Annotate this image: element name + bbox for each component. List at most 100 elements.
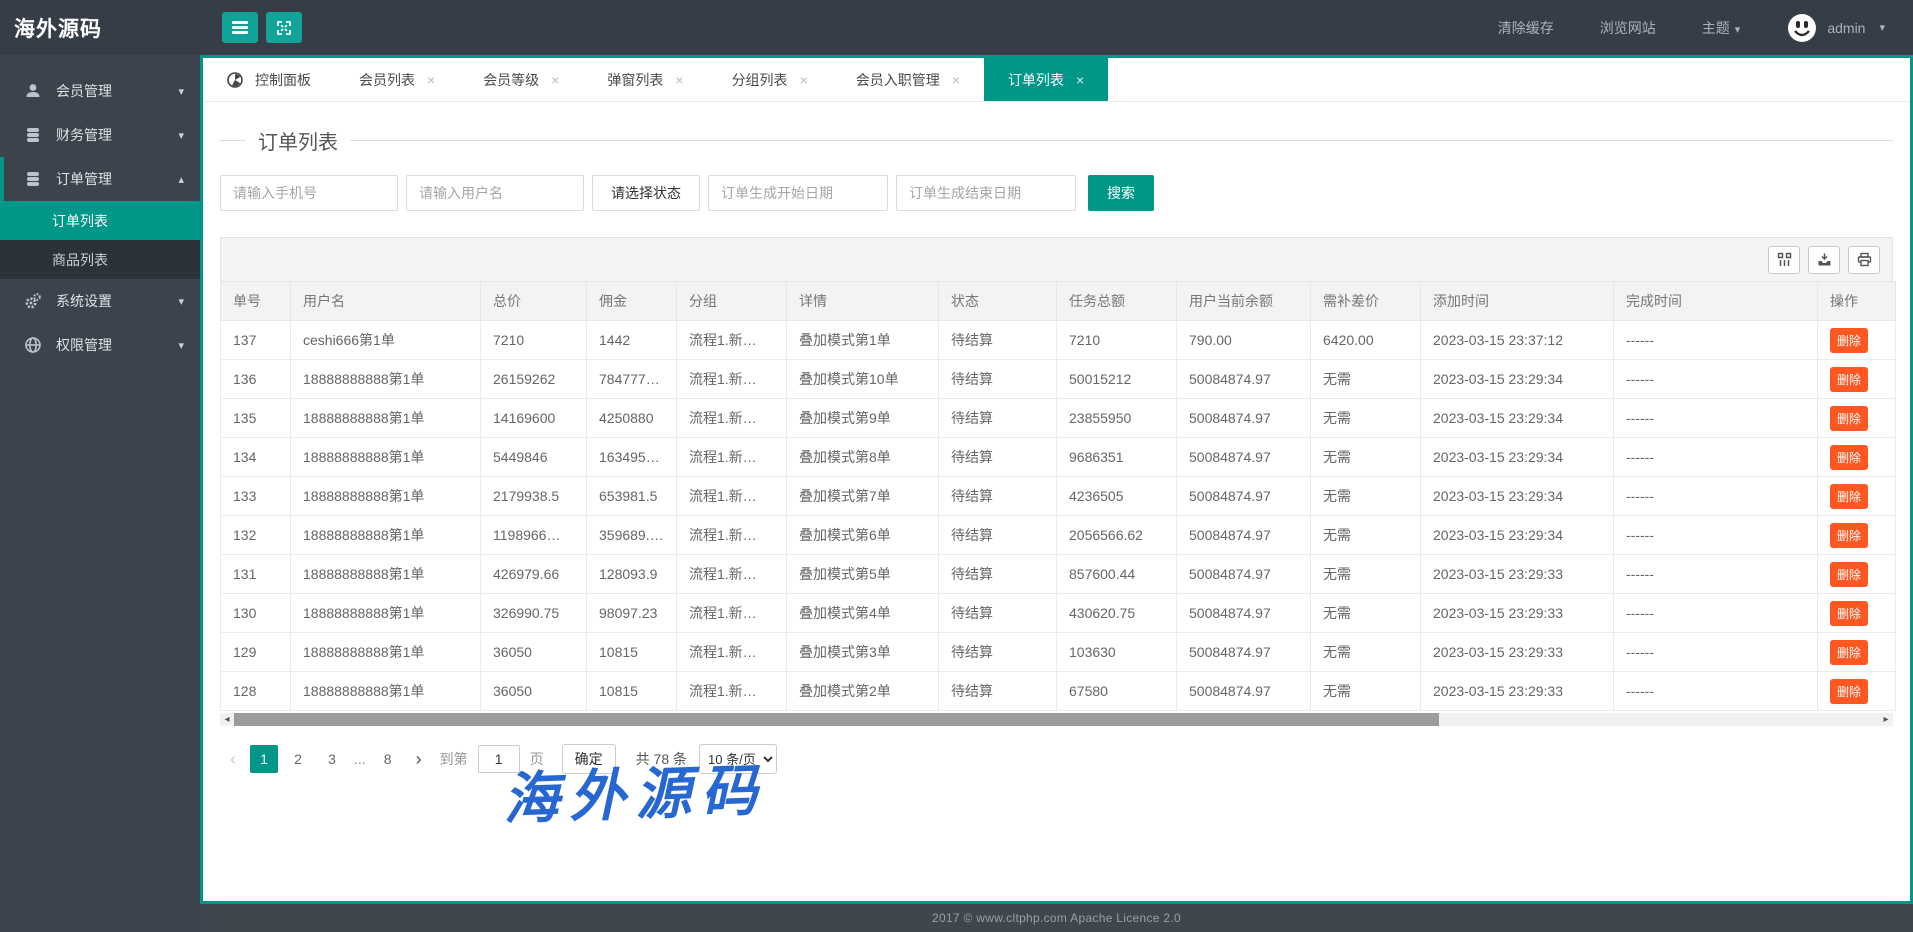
sidebar-subitem-product-list[interactable]: 商品列表 xyxy=(0,240,200,279)
table-cell: 790.00 xyxy=(1177,321,1311,360)
tab-order-list[interactable]: 订单列表× xyxy=(984,58,1108,101)
delete-button[interactable]: 删除 xyxy=(1830,406,1868,431)
delete-button[interactable]: 删除 xyxy=(1830,367,1868,392)
table-cell: 流程1.新… xyxy=(677,321,787,360)
table-cell: 67580 xyxy=(1057,672,1177,711)
table-cell: 1198966… xyxy=(481,516,587,555)
tab-dashboard[interactable]: 控制面板 xyxy=(203,58,335,101)
table-cell: 待结算 xyxy=(939,360,1057,399)
column-header: 单号 xyxy=(221,282,291,321)
actions-cell: 删除 xyxy=(1818,516,1896,555)
table-cell: 2023-03-15 23:29:34 xyxy=(1421,360,1614,399)
sidebar-toggle-button[interactable] xyxy=(222,12,258,43)
table-cell: 103630 xyxy=(1057,633,1177,672)
export-button[interactable] xyxy=(1808,246,1840,274)
table-cell: 待结算 xyxy=(939,516,1057,555)
table-cell: 18888888888第1单 xyxy=(291,477,481,516)
table-cell: 叠加模式第10单 xyxy=(787,360,939,399)
close-icon[interactable]: × xyxy=(952,72,960,88)
tab-group-list[interactable]: 分组列表× xyxy=(708,58,832,101)
table-cell: 50084874.97 xyxy=(1177,477,1311,516)
close-icon[interactable]: × xyxy=(800,72,808,88)
tab-label: 弹窗列表 xyxy=(607,70,663,90)
close-icon[interactable]: × xyxy=(675,72,683,88)
scroll-left-icon[interactable]: ◂ xyxy=(220,713,234,726)
sidebar-item-label: 财务管理 xyxy=(56,125,112,145)
horizontal-scrollbar[interactable]: ◂ ▸ xyxy=(220,713,1893,726)
table-cell: 18888888888第1单 xyxy=(291,360,481,399)
confirm-button[interactable]: 确定 xyxy=(562,744,616,774)
prev-page-button[interactable]: ‹ xyxy=(222,749,244,770)
sidebar-subitem-label: 商品列表 xyxy=(52,250,108,270)
table-cell: 2023-03-15 23:29:34 xyxy=(1421,399,1614,438)
table-cell: 133 xyxy=(221,477,291,516)
sidebar-item-label: 系统设置 xyxy=(56,291,112,311)
start-date-input[interactable] xyxy=(708,175,888,211)
browse-site-link[interactable]: 浏览网站 xyxy=(1600,18,1656,38)
page-number[interactable]: 8 xyxy=(374,745,402,773)
delete-button[interactable]: 删除 xyxy=(1830,640,1868,665)
sidebar-item-finance[interactable]: 财务管理 ▾ xyxy=(0,113,200,157)
table-cell: 7847778.5 xyxy=(587,360,677,399)
scroll-right-icon[interactable]: ▸ xyxy=(1879,713,1893,726)
hamburger-icon xyxy=(232,19,248,36)
tab-member-list[interactable]: 会员列表× xyxy=(335,58,459,101)
page-number[interactable]: 2 xyxy=(284,745,312,773)
username-input[interactable] xyxy=(406,175,584,211)
close-icon[interactable]: × xyxy=(551,72,559,88)
delete-button[interactable]: 删除 xyxy=(1830,601,1868,626)
end-date-input[interactable] xyxy=(896,175,1076,211)
clear-cache-link[interactable]: 清除缓存 xyxy=(1498,18,1554,38)
phone-input[interactable] xyxy=(220,175,398,211)
orders-submenu: 订单列表 商品列表 xyxy=(0,201,200,279)
table-cell: ------ xyxy=(1614,672,1818,711)
page-number[interactable]: 3 xyxy=(318,745,346,773)
sidebar-subitem-label: 订单列表 xyxy=(52,211,108,231)
column-header: 需补差价 xyxy=(1311,282,1421,321)
next-page-button[interactable]: › xyxy=(408,749,430,770)
close-icon[interactable]: × xyxy=(427,72,435,88)
print-button[interactable] xyxy=(1848,246,1880,274)
goto-page-input[interactable] xyxy=(478,745,520,773)
tab-member-level[interactable]: 会员等级 × xyxy=(459,58,583,101)
page-number[interactable]: 1 xyxy=(250,745,278,773)
user-menu[interactable]: admin ▾ xyxy=(1786,12,1885,44)
delete-button[interactable]: 删除 xyxy=(1830,445,1868,470)
search-button[interactable]: 搜索 xyxy=(1088,175,1154,211)
actions-cell: 删除 xyxy=(1818,438,1896,477)
tab-label: 会员等级 xyxy=(483,70,539,90)
sidebar-item-permissions[interactable]: 权限管理 ▾ xyxy=(0,323,200,367)
table-row: 13518888888888第1单141696004250880流程1.新…叠加… xyxy=(221,399,1896,438)
table-row: 13418888888888第1单54498461634953…流程1.新…叠加… xyxy=(221,438,1896,477)
table-cell: 36050 xyxy=(481,672,587,711)
chevron-down-icon: ▾ xyxy=(178,85,184,98)
globe-icon xyxy=(24,336,42,354)
username-label: admin xyxy=(1827,20,1865,36)
close-icon[interactable]: × xyxy=(1076,72,1084,88)
chevron-down-icon: ▾ xyxy=(178,339,184,352)
table-cell: 流程1.新… xyxy=(677,633,787,672)
page-size-select[interactable]: 10 条/页 xyxy=(699,744,777,774)
chevron-down-icon: ▾ xyxy=(1879,21,1885,34)
sidebar-item-settings[interactable]: 系统设置 ▾ xyxy=(0,279,200,323)
tab-popup-list[interactable]: 弹窗列表 × xyxy=(583,58,707,101)
delete-button[interactable]: 删除 xyxy=(1830,562,1868,587)
sidebar-item-members[interactable]: 会员管理 ▾ xyxy=(0,69,200,113)
column-header: 操作 xyxy=(1818,282,1896,321)
delete-button[interactable]: 删除 xyxy=(1830,523,1868,548)
columns-toggle-button[interactable] xyxy=(1768,246,1800,274)
table-cell: 无需 xyxy=(1311,399,1421,438)
table-row: 12918888888888第1单3605010815流程1.新…叠加模式第3单… xyxy=(221,633,1896,672)
sidebar-subitem-order-list[interactable]: 订单列表 xyxy=(0,201,200,240)
table-cell: 50084874.97 xyxy=(1177,516,1311,555)
fullscreen-button[interactable] xyxy=(266,12,302,43)
delete-button[interactable]: 删除 xyxy=(1830,679,1868,704)
delete-button[interactable]: 删除 xyxy=(1830,484,1868,509)
theme-menu[interactable]: 主题▾ xyxy=(1702,18,1741,38)
status-select[interactable]: 请选择状态 xyxy=(592,175,700,211)
delete-button[interactable]: 删除 xyxy=(1830,328,1868,353)
scrollbar-thumb[interactable] xyxy=(234,713,1439,726)
table-cell: 2023-03-15 23:29:34 xyxy=(1421,438,1614,477)
sidebar-item-orders[interactable]: 订单管理 ▴ xyxy=(0,157,200,201)
tab-member-onboarding[interactable]: 会员入职管理× xyxy=(832,58,984,101)
